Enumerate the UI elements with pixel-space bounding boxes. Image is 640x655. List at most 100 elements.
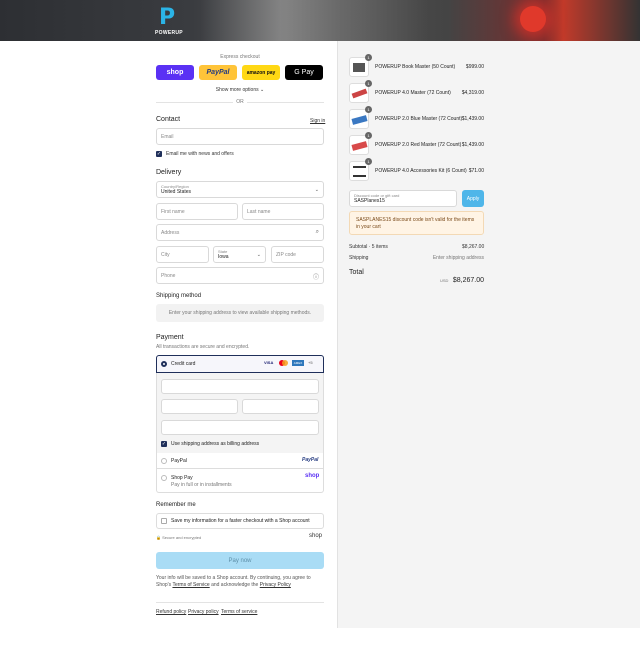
privacy-policy-footer-link[interactable]: Privacy policy	[188, 609, 219, 615]
billing-same-checkbox[interactable]: ✓	[161, 441, 167, 447]
product-image	[351, 141, 368, 151]
quantity-badge: 1	[365, 132, 372, 139]
paypal-label: PayPal	[171, 458, 187, 464]
save-info-checkbox[interactable]	[161, 518, 167, 524]
email-placeholder: Email	[161, 134, 174, 140]
total-value: $8,267.00	[452, 277, 484, 284]
paypal-express-button[interactable]: PayPal	[199, 65, 237, 80]
discount-error-message: SASPLANES15 discount code isn't valid fo…	[349, 211, 484, 235]
state-select[interactable]: State Iowa ⌄	[213, 246, 266, 263]
contact-heading: Contact	[156, 116, 181, 123]
amex-icon: AMEX	[292, 360, 304, 366]
amazon-pay-button[interactable]: amazon pay	[242, 65, 280, 80]
product-name: POWERUP Book Master (50 Count)	[375, 64, 456, 70]
amazon-pay-label: amazon pay	[246, 69, 276, 76]
apply-discount-button[interactable]: Apply	[462, 190, 484, 207]
credit-card-radio[interactable]	[161, 361, 167, 367]
google-pay-button[interactable]: G Pay	[285, 65, 323, 80]
logo-text: POWERUP	[155, 30, 183, 36]
brand-logo[interactable]: P POWERUP	[155, 6, 185, 38]
help-icon[interactable]: ⓘ	[313, 272, 319, 281]
country-select[interactable]: Country/Region United States ⌄	[156, 181, 324, 198]
divider-right	[247, 102, 324, 103]
name-on-card-field[interactable]	[161, 420, 319, 435]
currency-code: USD	[439, 278, 449, 283]
first-name-field[interactable]: First name	[156, 203, 238, 220]
legal-text: Your info will be saved to a Shop accoun…	[156, 575, 324, 589]
zip-placeholder: ZIP code	[276, 252, 296, 258]
secure-label: Secure and encrypted	[162, 535, 202, 540]
product-name: POWERUP 2.0 Red Master (72 Count)	[375, 142, 462, 148]
show-more-label: Show more options	[215, 87, 259, 93]
quantity-badge: 1	[365, 54, 372, 61]
product-price: $4,319.00	[461, 90, 484, 96]
search-icon: ⌕	[315, 229, 319, 235]
privacy-policy-link[interactable]: Privacy Policy	[260, 582, 291, 588]
paypal-logo: PayPal	[302, 457, 319, 463]
footer-divider	[156, 602, 324, 603]
cart-item: 1 POWERUP 2.0 Blue Master (72 Count) $1,…	[349, 106, 484, 131]
quantity-badge: 1	[365, 106, 372, 113]
cart-item: 1 POWERUP Book Master (50 Count) $999.00	[349, 54, 484, 79]
last-name-field[interactable]: Last name	[242, 203, 324, 220]
refund-policy-link[interactable]: Refund policy	[156, 609, 186, 615]
product-price: $1,439.00	[461, 116, 484, 122]
product-name: POWERUP 4.0 Accessories Kit (6 Count)	[375, 168, 467, 174]
express-checkout-label: Express checkout	[220, 54, 260, 60]
cart-item: 1 POWERUP 2.0 Red Master (72 Count) $1,4…	[349, 132, 484, 157]
email-field[interactable]: Email	[156, 128, 324, 145]
quantity-badge: 1	[365, 158, 372, 165]
city-field[interactable]: City	[156, 246, 209, 263]
remember-me-heading: Remember me	[156, 502, 196, 508]
shipping-label: Shipping	[349, 255, 369, 261]
terms-of-service-footer-link[interactable]: Terms of service	[221, 609, 257, 615]
show-more-options-link[interactable]: Show more options ⌄	[156, 87, 324, 93]
banner-image	[200, 0, 430, 41]
expiration-field[interactable]	[161, 399, 238, 414]
total-label: Total	[349, 269, 364, 276]
address-field[interactable]: Address ⌕	[156, 224, 324, 241]
sign-in-link[interactable]: Sign in	[310, 118, 325, 124]
product-image	[351, 88, 368, 99]
terms-of-service-link[interactable]: Terms of Service	[172, 582, 209, 588]
email-news-label: Email me with news and offers	[166, 151, 234, 157]
pay-now-button[interactable]: Pay now	[156, 552, 324, 569]
state-value: Iowa	[218, 254, 229, 260]
card-number-field[interactable]	[161, 379, 319, 394]
payment-heading: Payment	[156, 334, 184, 341]
phone-placeholder: Phone	[161, 273, 176, 279]
paypal-radio[interactable]	[161, 458, 167, 464]
cart-item: 1 POWERUP 4.0 Accessories Kit (6 Count) …	[349, 158, 484, 183]
security-code-field[interactable]	[242, 399, 319, 414]
lock-icon: 🔒	[156, 535, 161, 540]
shop-pay-label: shop	[166, 69, 184, 76]
discount-code-field[interactable]: Discount code or gift card SASPlanes15	[349, 190, 457, 207]
shop-pay-logo: shop	[305, 473, 320, 479]
product-name: POWERUP 4.0 Master (72 Count)	[375, 90, 451, 96]
logo-mark: P	[159, 5, 176, 30]
mastercard-icon	[279, 360, 288, 366]
or-divider-label: OR	[236, 99, 244, 105]
credit-card-label: Credit card	[171, 361, 196, 367]
total-amount: USD $8,267.00	[430, 269, 484, 287]
zip-field[interactable]: ZIP code	[271, 246, 324, 263]
save-info-label: Save my information for a faster checkou…	[171, 518, 310, 524]
payment-subtitle: All transactions are secure and encrypte…	[156, 344, 250, 350]
cart-item: 1 POWERUP 4.0 Master (72 Count) $4,319.0…	[349, 80, 484, 105]
country-value: United States	[161, 189, 192, 195]
delivery-heading: Delivery	[156, 169, 182, 176]
shipping-method-note: Enter your shipping address to view avai…	[156, 304, 324, 322]
shop-pay-express-button[interactable]: shop	[156, 65, 194, 80]
phone-field[interactable]: Phone ⓘ	[156, 267, 324, 284]
city-placeholder: City	[161, 252, 170, 258]
email-news-checkbox[interactable]: ✓	[156, 151, 162, 157]
shop-pay-option[interactable]	[156, 469, 324, 493]
subtotal-label: Subtotal · 5 items	[349, 244, 388, 250]
secure-note: 🔒 Secure and encrypted	[156, 535, 201, 540]
shop-pay-radio[interactable]	[161, 475, 167, 481]
chevron-down-icon: ⌄	[256, 252, 261, 258]
google-pay-label: G Pay	[294, 69, 314, 76]
subtotal-value: $8,267.00	[462, 244, 485, 250]
banner-light	[520, 6, 546, 32]
chevron-down-icon: ⌄	[314, 187, 319, 193]
